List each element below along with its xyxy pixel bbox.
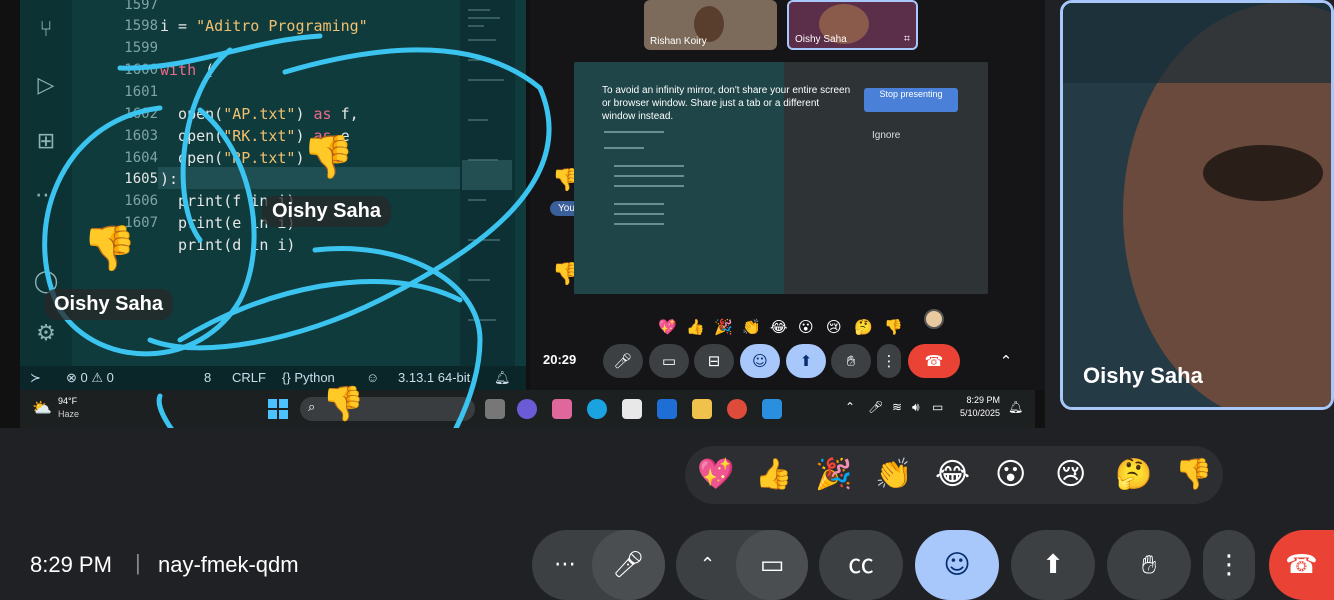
self-view-name: Oishy Saha xyxy=(1083,363,1203,388)
thumbs-down-overlay: 👎 xyxy=(82,223,137,274)
present-button[interactable]: ⬆ xyxy=(1011,530,1095,600)
meeting-time: 8:29 PM xyxy=(30,552,112,577)
thumbs-down-overlay: 👎 xyxy=(322,384,365,424)
captions-button[interactable]: ㏄ xyxy=(819,530,903,600)
annotation-scribble xyxy=(42,33,552,428)
reactions-button[interactable]: ☺ xyxy=(915,530,999,600)
more-options-button[interactable]: ⋮ xyxy=(1203,530,1255,600)
reaction-thumbs-up[interactable]: 👍 xyxy=(755,458,792,492)
reaction-bar: 💖 👍 🎉 👏 😂 😮 😢 🤔 👎 xyxy=(685,446,1223,504)
self-view-video xyxy=(1063,3,1331,407)
more-audio-icon[interactable]: ⋯ xyxy=(554,530,576,600)
reaction-thumbs-down[interactable]: 👎 xyxy=(1175,458,1212,492)
reaction-sad[interactable]: 😢 xyxy=(1055,458,1086,492)
bottom-separator: | xyxy=(135,550,141,575)
reaction-laugh[interactable]: 😂 xyxy=(935,458,970,492)
reaction-party[interactable]: 🎉 xyxy=(815,458,852,492)
camera-button[interactable]: ▭ xyxy=(736,530,808,600)
mic-button[interactable]: 🎤︎ xyxy=(592,530,665,600)
video-control-group: ⌃ ▭ xyxy=(676,530,808,600)
reaction-sender-label: Oishy Saha xyxy=(44,289,173,320)
reaction-heart[interactable]: 💖 xyxy=(697,458,734,492)
self-view-tile[interactable]: Oishy Saha xyxy=(1060,0,1334,410)
reaction-thinking[interactable]: 🤔 xyxy=(1115,458,1152,492)
shared-screen: ⑂ ▷ ⊞ ⋯ ◯ ⚙ 1597 1598 1599 1600 1601 160… xyxy=(0,0,1045,428)
reaction-surprised[interactable]: 😮 xyxy=(995,458,1026,492)
thumbs-down-overlay: 👎 xyxy=(302,132,355,181)
audio-control-group: ⋯ 🎤︎ xyxy=(532,530,665,600)
reaction-sender-label: Oishy Saha xyxy=(262,196,391,227)
end-call-button[interactable]: ☎ xyxy=(1269,530,1334,600)
video-chevron-icon[interactable]: ⌃ xyxy=(700,530,715,600)
meeting-code: nay-fmek-qdm xyxy=(158,552,299,577)
raise-hand-button[interactable]: ✋︎ xyxy=(1107,530,1191,600)
reaction-clap[interactable]: 👏 xyxy=(875,458,912,492)
